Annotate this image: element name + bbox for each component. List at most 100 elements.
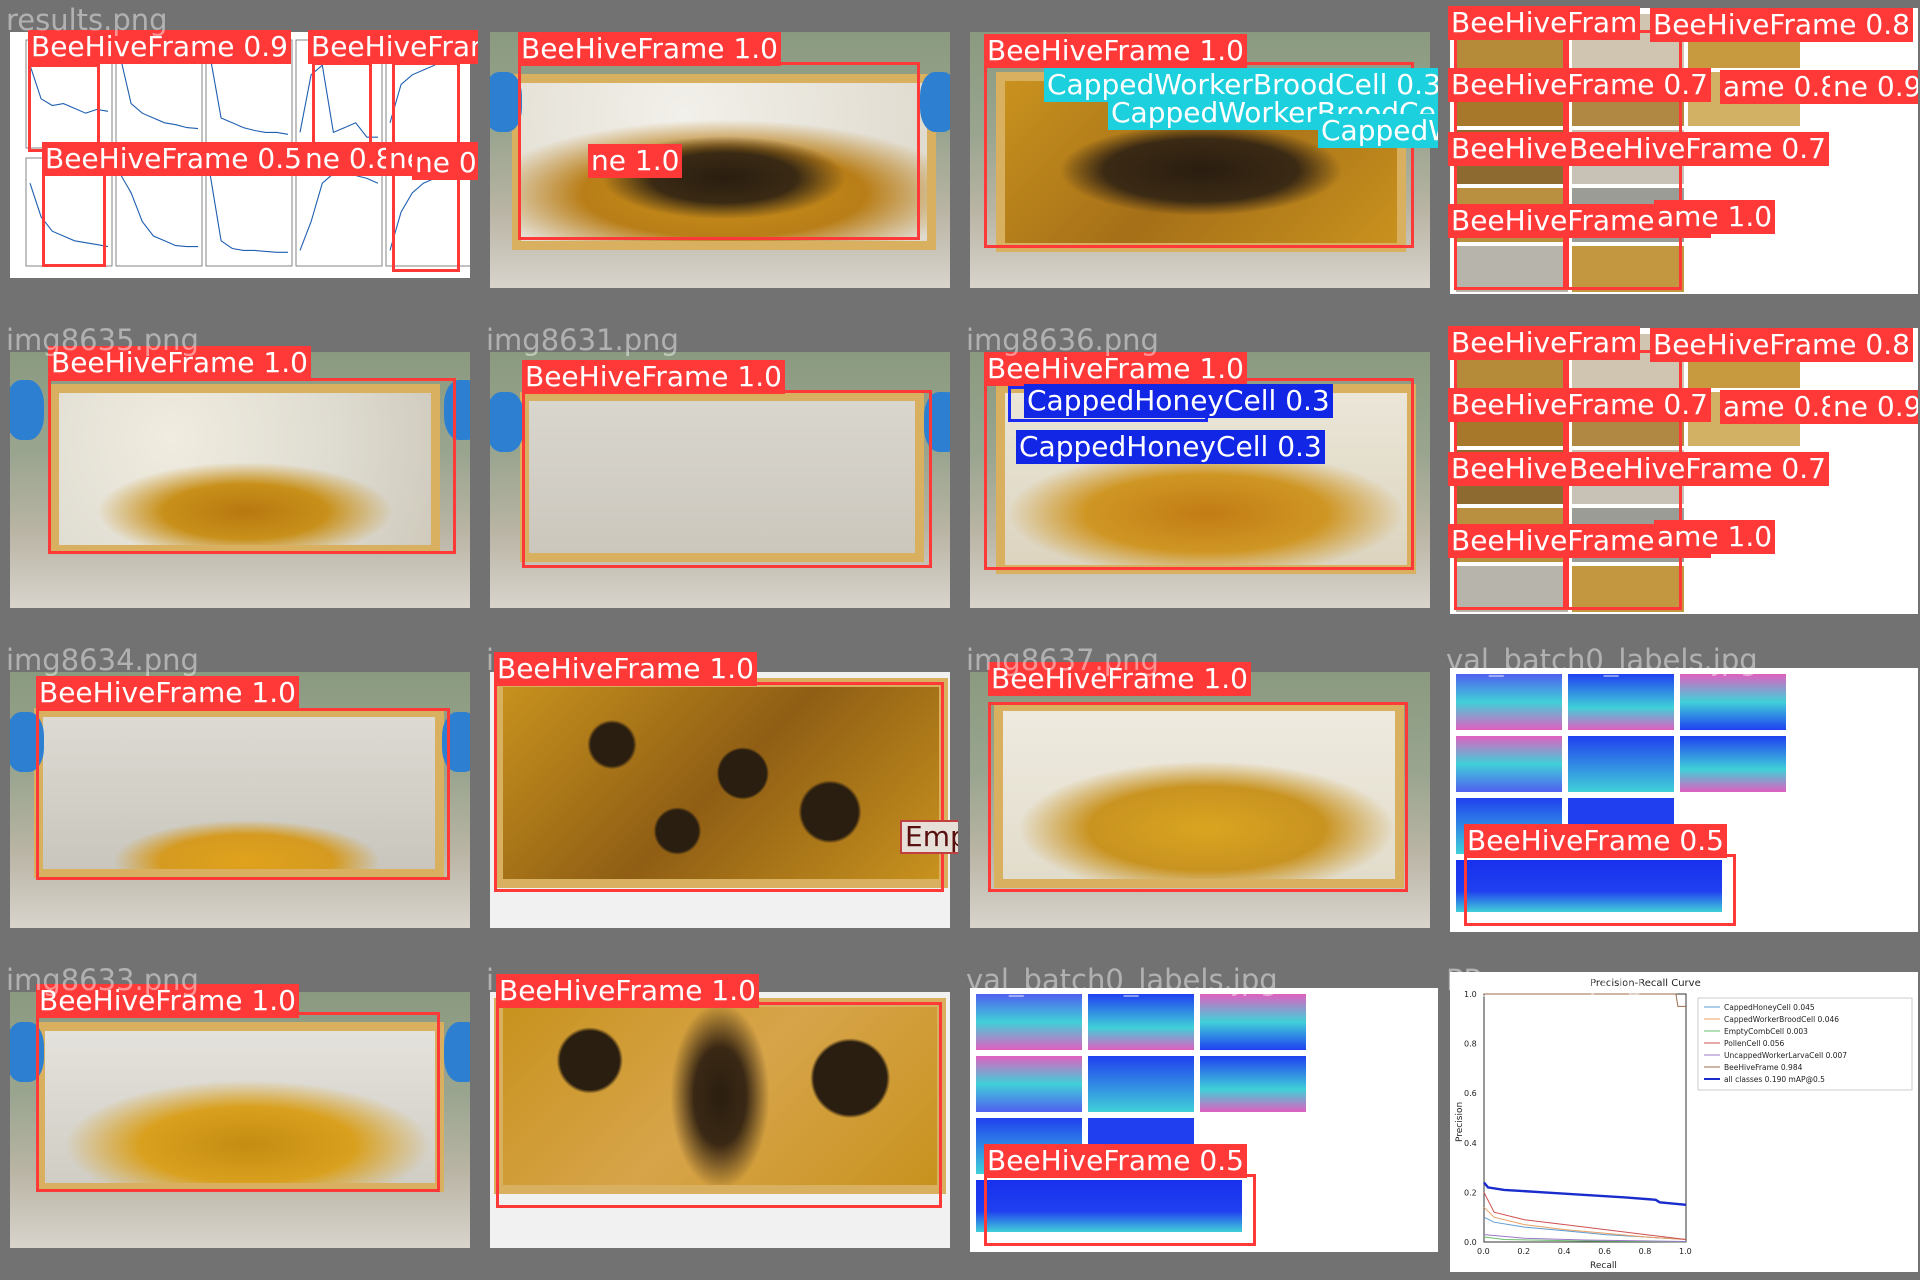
x-tick-label: 0.2	[1517, 1247, 1530, 1256]
thumb	[1454, 734, 1564, 794]
tile-img-unnamed-1: i BeeHiveFrame 1.0 EmptyCombCell 0.3	[482, 642, 958, 958]
y-tick-label: 0.6	[1464, 1089, 1477, 1098]
series-line	[1483, 1181, 1687, 1206]
tile-img8636: img8636.png BeeHiveFrame 1.0 CappedHoney…	[962, 322, 1438, 638]
tile-filename: PR_curve.png	[1446, 963, 1644, 997]
y-axis-label: Precision	[1455, 1102, 1465, 1142]
tile-img8634: img8634.png BeeHiveFrame 1.0	[2, 642, 478, 958]
detection-box	[984, 1174, 1256, 1246]
detection-box	[42, 172, 106, 267]
thumb	[974, 1054, 1084, 1114]
thumb	[1566, 796, 1676, 826]
detection-label: BeeHiveFrame 1.0	[984, 352, 1247, 386]
tile-val-batch-1: val_batch0_labels.jpg BeeHiveFrame 0.5	[1442, 642, 1918, 958]
tile-filename: img8636.png	[966, 323, 1159, 357]
tile-img-unnamed-2: i BeeHiveFrame 1.0	[482, 962, 958, 1278]
detection-label: BeeHiveFram	[1448, 326, 1641, 360]
y-tick-label: 0.2	[1464, 1188, 1477, 1197]
tile-val-batch-2: val_batch0_labels.jpg BeeHiveFrame 0.5	[962, 962, 1438, 1278]
detection-label: ame 1.0	[1654, 520, 1776, 554]
thumb	[1086, 1116, 1196, 1146]
detection-label: ame 0.8	[1720, 70, 1842, 104]
tile-img8637: img8637.png BeeHiveFrame 1.0	[962, 642, 1438, 958]
detection-label: ne 1.0	[588, 144, 683, 178]
x-axis-label: Recall	[1590, 1261, 1617, 1271]
x-tick-label: 0.8	[1639, 1247, 1652, 1256]
chart-legend: CappedHoneyCell 0.045 CappedWorkerBroodCe…	[1697, 997, 1913, 1091]
y-tick-label: 0.4	[1464, 1139, 1477, 1148]
detection-label: ne 0.9	[1830, 390, 1918, 424]
thumb	[1086, 992, 1196, 1052]
tile-filename: img8635.png	[6, 323, 199, 357]
plot-frame	[1483, 993, 1687, 1243]
detection-label: BeeHiveFrame 1.0	[496, 974, 759, 1008]
pr-curve-panel: Precision-Recall Curve Recall Precision …	[1450, 972, 1918, 1272]
tile-filename: val_batch0_labels.jpg	[966, 963, 1278, 997]
detection-label: BeeHiveFrame 0.5	[984, 1144, 1247, 1178]
series-lines	[1483, 993, 1687, 1243]
x-tick-label: 0.4	[1558, 1247, 1571, 1256]
detection-label: EmptyCombCell 0.3	[900, 820, 958, 854]
detection-label: BeeHiveFrame 1.0	[518, 32, 781, 66]
thumb	[1566, 672, 1676, 732]
tile-img8631: img8631.png BeeHiveFrame 1.0	[482, 322, 958, 638]
glove-right	[920, 72, 950, 132]
detection-label: BeeHiveFrame 0.8	[1650, 328, 1913, 362]
tile-pr-curve: Precision-Recall Curve Recall Precision …	[1442, 962, 1918, 1278]
thumb	[1566, 734, 1676, 794]
tile-filename: results.png	[6, 3, 168, 37]
detection-label: ne 0.9	[1830, 70, 1918, 104]
detection-label: BeeHive	[1448, 452, 1571, 486]
detection-label: BeeHiveFrame 0.7	[1566, 452, 1829, 486]
detection-label: CappedWorkerBroodCell 0.3	[1318, 114, 1438, 148]
tile-img8635: img8635.png BeeHiveFrame 1.0	[2, 322, 478, 638]
thumb	[1678, 734, 1788, 794]
thumb	[1198, 1054, 1308, 1114]
x-tick-label: 0.0	[1477, 1247, 1490, 1256]
detection-label: BeeHiveFrame 1.0	[522, 360, 785, 394]
detection-box	[36, 708, 450, 880]
legend-label: CappedWorkerBroodCell 0.046	[1724, 1015, 1839, 1024]
detection-label: CappedHoneyCell 0.3	[1024, 384, 1333, 418]
detection-label: BeeHiveFrame 1.0	[494, 652, 757, 686]
legend-label: EmptyCombCell 0.003	[1724, 1027, 1808, 1036]
detection-label: BeeHive	[1448, 132, 1571, 166]
x-tick-label: 0.6	[1598, 1247, 1611, 1256]
detection-label: CappedHoneyCell 0.3	[1016, 430, 1325, 464]
legend-label: all classes 0.190 mAP@0.5	[1724, 1075, 1825, 1084]
glove-right	[444, 1022, 470, 1082]
detection-box	[36, 1012, 440, 1192]
axis-ticks: 0.0 0.2 0.4 0.6 0.8 1.00.00.20.40.60.81.0	[1464, 990, 1692, 1256]
thumb	[1454, 672, 1564, 732]
detection-label: ame 1.0	[1654, 200, 1776, 234]
glove-left	[490, 392, 524, 452]
thumb	[1086, 1054, 1196, 1114]
x-tick-label: 1.0	[1679, 1247, 1692, 1256]
detection-label: ne 0.8	[302, 142, 397, 176]
tile-filename: val_batch0_labels.jpg	[1446, 643, 1758, 677]
detection-label: BeeHiveFrame 1.0	[984, 34, 1247, 68]
tile-img8633: img8633.png BeeHiveFrame 1.0	[2, 962, 478, 1278]
legend-label: CappedHoneyCell 0.045	[1724, 1003, 1815, 1012]
detection-label: BeeHiveFrame 0.7	[1566, 132, 1829, 166]
tile-filename: i	[486, 963, 495, 997]
detection-box	[494, 682, 944, 892]
thumb	[1678, 672, 1788, 732]
tile-results: results.png resultssmooth BeeHiveFrame 0…	[2, 2, 478, 318]
y-tick-label: 0.8	[1464, 1040, 1477, 1049]
tile-filename: img8631.png	[486, 323, 679, 357]
legend-label: PollenCell 0.056	[1724, 1039, 1784, 1048]
tile-filename: img8637.png	[966, 643, 1159, 677]
detection-label: BeeHiveFrame 0.5	[1464, 824, 1727, 858]
detection-box	[522, 390, 932, 568]
detection-label: BeeHiveFrame 0.5	[42, 142, 305, 176]
detection-label: BeeHiveFrame	[308, 30, 478, 64]
glove-left	[10, 380, 44, 440]
tile-batch-grid-1: BeeHiveFram BeeHiveFrame 0.8 BeeHiveFram…	[1442, 2, 1918, 318]
tile-filename: img8634.png	[6, 643, 199, 677]
detection-label: BeeHiveFrame 0.7	[1448, 388, 1711, 422]
tile-img8632: BeeHiveFrame 1.0 ne 1.0	[482, 2, 958, 318]
detection-box	[496, 1002, 942, 1208]
detection-label: BeeHiveFrame 0.7	[1448, 68, 1711, 102]
tile-img8628: BeeHiveFrame 1.0 CappedWorkerBroodCell 0…	[962, 2, 1438, 318]
